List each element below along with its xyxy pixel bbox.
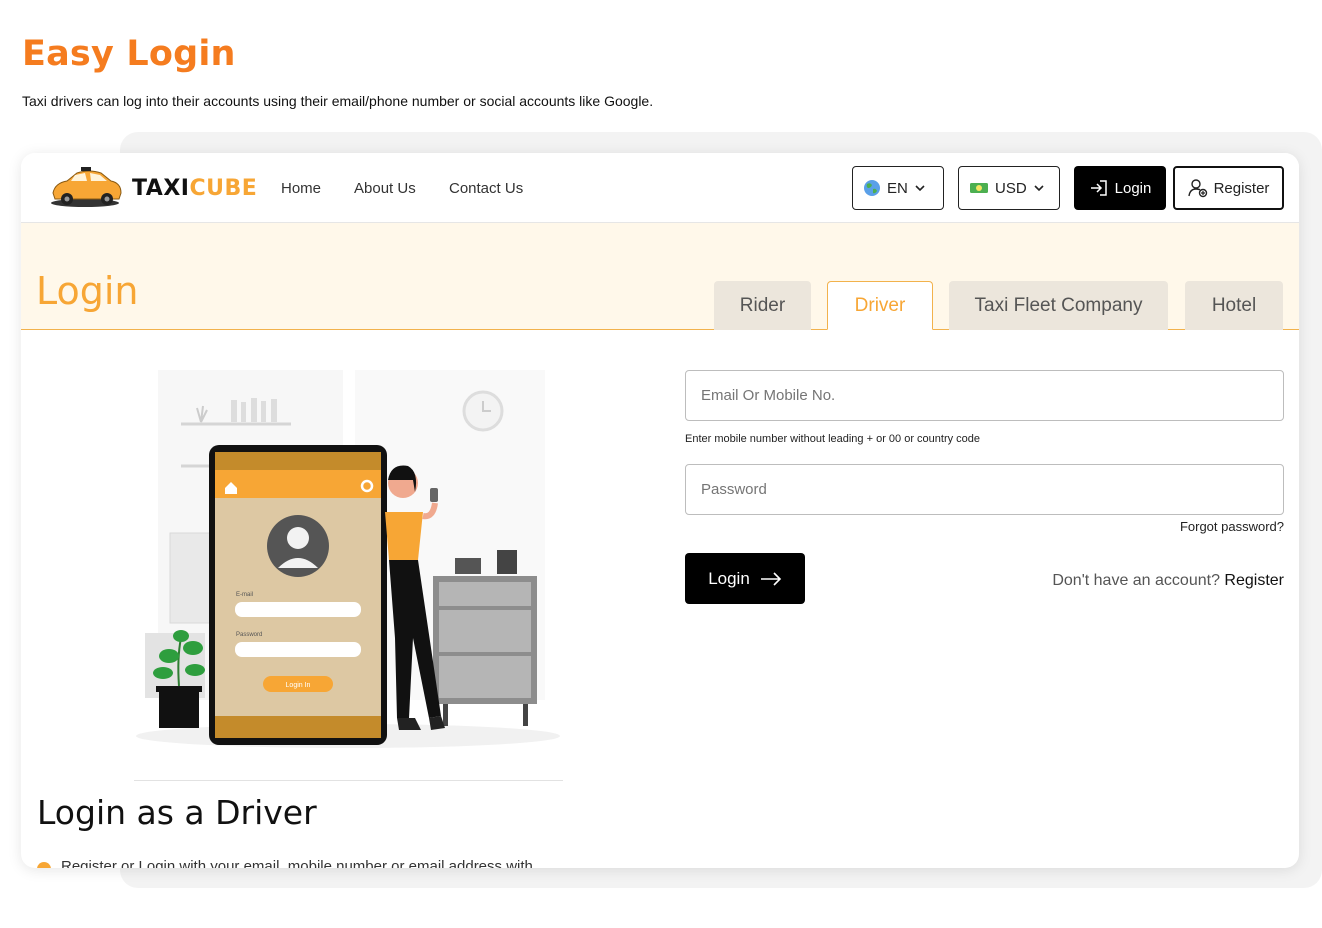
login-banner: Login Rider Driver Taxi Fleet Company Ho… — [21, 223, 1299, 330]
tab-taxi-fleet-company[interactable]: Taxi Fleet Company — [949, 281, 1168, 330]
bullet-dot — [37, 862, 51, 868]
bullet-text: Register or Login with your email, mobil… — [61, 858, 533, 868]
language-select[interactable]: EN — [852, 166, 944, 210]
forgot-password-link[interactable]: Forgot password? — [1180, 519, 1284, 534]
driver-section-title: Login as a Driver — [37, 793, 317, 832]
header-login-label: Login — [1114, 179, 1152, 197]
login-submit-label: Login — [708, 568, 750, 588]
illus-login-label: Login In — [286, 682, 311, 689]
header-register-label: Register — [1213, 179, 1270, 197]
page-subheading: Taxi drivers can log into their accounts… — [22, 93, 654, 109]
currency-select[interactable]: USD — [958, 166, 1060, 210]
section-divider — [134, 780, 563, 781]
header-login-button[interactable]: Login — [1074, 166, 1166, 210]
brand-part-cube: CUBE — [189, 176, 258, 201]
banknote-icon — [970, 183, 988, 193]
page-heading: Easy Login — [22, 34, 236, 74]
brand-name[interactable]: TAXICUBE — [132, 176, 257, 201]
taxi-logo-icon — [51, 167, 122, 207]
chevron-down-icon — [915, 185, 925, 192]
tab-driver[interactable]: Driver — [827, 281, 933, 330]
tab-hotel[interactable]: Hotel — [1185, 281, 1283, 330]
login-submit-button[interactable]: Login — [685, 553, 805, 604]
nav-home[interactable]: Home — [281, 180, 321, 197]
arrow-right-icon — [760, 571, 781, 586]
no-account-label: Don't have an account? — [1052, 572, 1220, 589]
add-user-icon — [1187, 179, 1207, 198]
tab-rider[interactable]: Rider — [714, 281, 811, 330]
site-header: TAXICUBE Home About Us Contact Us EN USD… — [21, 153, 1299, 223]
login-icon — [1090, 180, 1107, 196]
language-value: EN — [887, 179, 908, 197]
nav-about-us[interactable]: About Us — [354, 180, 416, 197]
globe-icon — [864, 180, 880, 196]
no-account-text: Don't have an account? Register — [1052, 572, 1284, 590]
email-mobile-input[interactable] — [685, 370, 1284, 421]
banner-title: Login — [36, 269, 139, 313]
password-input[interactable] — [685, 464, 1284, 515]
register-link[interactable]: Register — [1224, 572, 1284, 589]
app-window: TAXICUBE Home About Us Contact Us EN USD… — [21, 153, 1299, 868]
phone-login-illustration: E-mail Password Login In — [136, 370, 560, 748]
chevron-down-icon — [1034, 185, 1044, 192]
mobile-hint: Enter mobile number without leading + or… — [685, 433, 981, 445]
nav-contact-us[interactable]: Contact Us — [449, 180, 523, 197]
currency-value: USD — [995, 179, 1027, 197]
illus-email-label: E-mail — [236, 592, 253, 598]
brand-part-taxi: TAXI — [132, 176, 190, 201]
illus-password-label: Password — [236, 632, 262, 638]
header-register-button[interactable]: Register — [1173, 166, 1284, 210]
login-illustration: E-mail Password Login In — [133, 368, 563, 753]
